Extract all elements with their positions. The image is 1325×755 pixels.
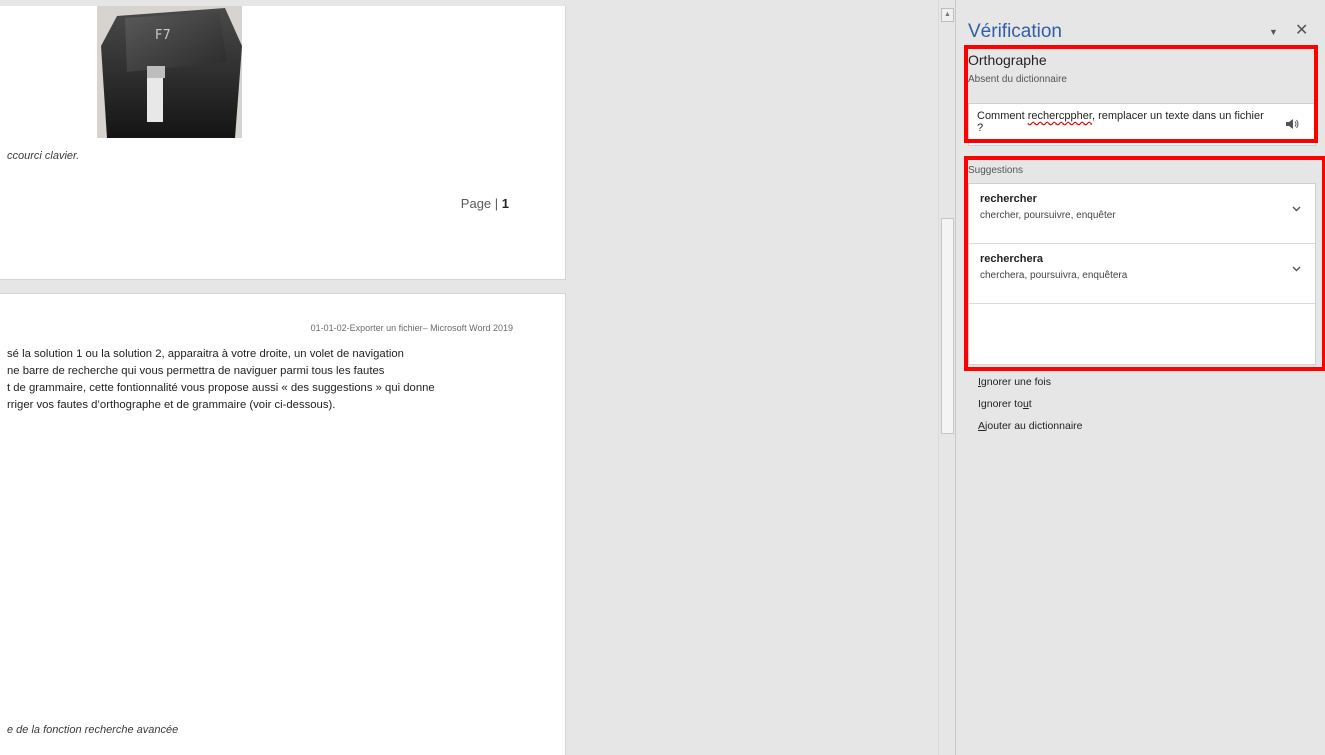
body-line: t de grammaire, cette fontionnalité vous… [7, 382, 435, 394]
page-header: 01-01-02-Exporter un fichier– Microsoft … [310, 323, 513, 333]
add-to-dictionary-button[interactable]: Ajouter au dictionnaire [978, 419, 1083, 441]
body-paragraph: sé la solution 1 ou la solution 2, appar… [7, 346, 517, 414]
page-number-prefix: Page | [460, 196, 502, 211]
close-icon[interactable]: ✕ [1295, 20, 1308, 40]
ignore-once-button[interactable]: Ignorer une fois [978, 375, 1083, 397]
highlight-frame-orthography [964, 45, 1318, 143]
document-page-1[interactable]: F7 ccourci clavier. Page | 1 [0, 6, 566, 280]
body-line: sé la solution 1 ou la solution 2, appar… [7, 348, 404, 360]
action-label: jouter au dictionnaire [985, 420, 1083, 432]
dropdown-arrow-icon[interactable]: ▼ [1269, 27, 1278, 37]
page-number: Page | 1 [461, 196, 509, 211]
ignore-all-button[interactable]: Ignorer tout [978, 397, 1083, 419]
body-line: rriger vos fautes d’orthographe et de gr… [7, 399, 336, 411]
f7-key-image: F7 [97, 6, 242, 138]
scroll-up-arrow-icon[interactable]: ▲ [941, 8, 954, 22]
page-number-value: 1 [501, 196, 509, 211]
action-label: gnorer une fois [980, 376, 1051, 388]
pane-title: Vérification [968, 21, 1062, 42]
highlight-frame-suggestions [964, 156, 1325, 371]
accelerator-key: A [978, 420, 986, 432]
action-links: Ignorer une fois Ignorer tout Ajouter au… [978, 375, 1083, 441]
document-area[interactable]: F7 ccourci clavier. Page | 1 01-01-02-Ex… [0, 0, 938, 755]
action-label: t [1028, 398, 1032, 410]
action-label: Ignorer to [978, 398, 1023, 410]
f7-key-label: F7 [155, 28, 171, 43]
scroll-thumb[interactable] [941, 218, 954, 434]
f7-key-illustration [101, 8, 242, 138]
document-page-2[interactable]: 01-01-02-Exporter un fichier– Microsoft … [0, 293, 566, 755]
vertical-scrollbar[interactable]: ▲ [938, 0, 955, 755]
figure-caption: e de la fonction recherche avancée [7, 724, 179, 736]
figure-caption: ccourci clavier. [7, 150, 80, 162]
body-line: ne barre de recherche qui vous permettra… [7, 365, 385, 377]
